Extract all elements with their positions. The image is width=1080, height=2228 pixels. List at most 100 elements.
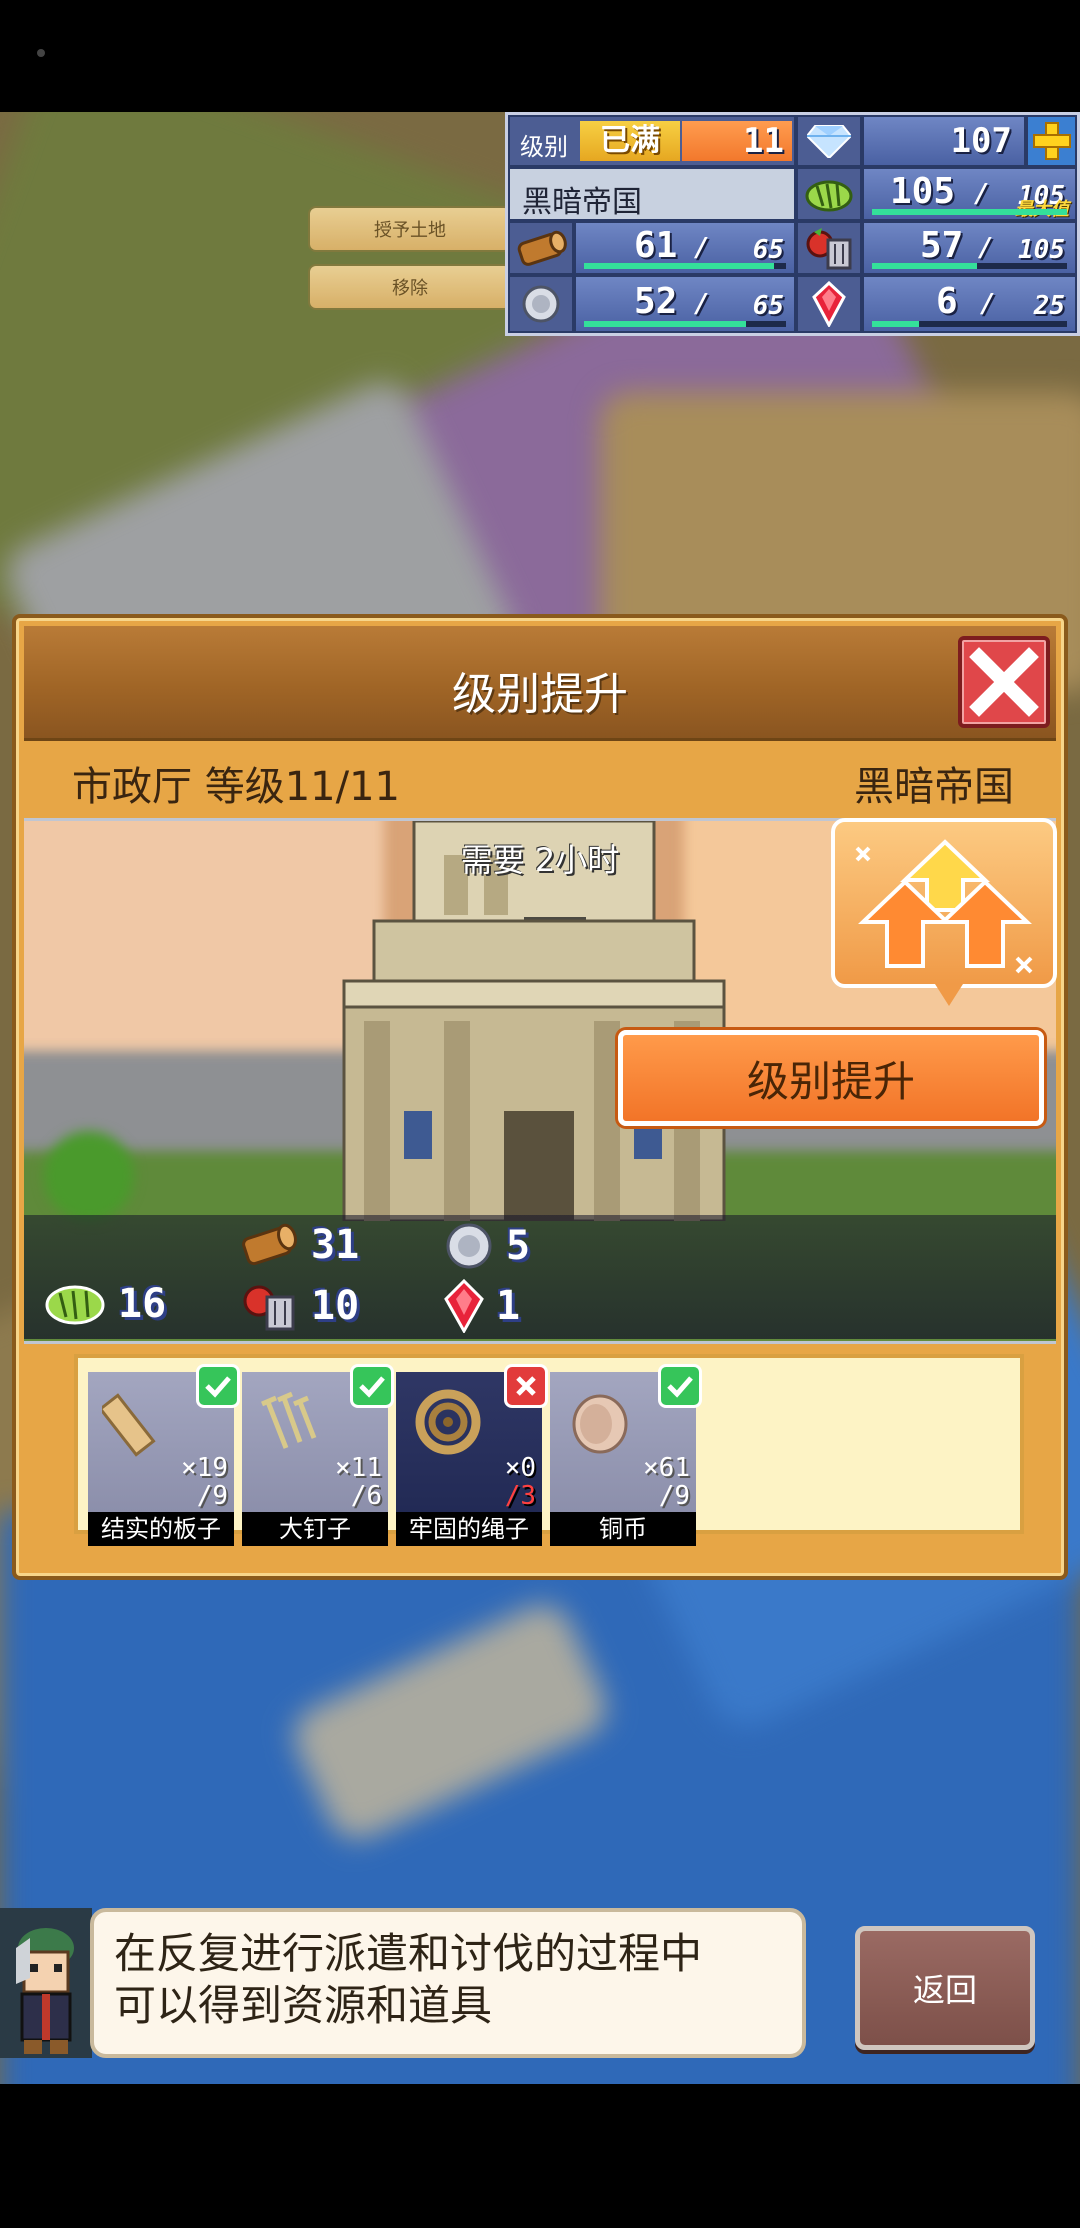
cost-food: 10	[239, 1279, 359, 1333]
add-gems-button[interactable]	[1026, 115, 1077, 167]
material-need: /9	[196, 1481, 228, 1511]
building-info-row: 市政厅 等级11/11 黑暗帝国	[72, 748, 1014, 818]
mana-stat: 6 / 25	[862, 275, 1077, 333]
mana-bar	[872, 321, 1067, 327]
copper-coin-icon	[572, 1394, 628, 1454]
level-label: 级别	[520, 133, 568, 161]
cost-wood-value: 31	[311, 1222, 360, 1268]
ore-icon	[508, 275, 574, 333]
kingdom-label: 黑暗帝国	[854, 764, 1014, 810]
hint-bubble: 在反复进行派遣和讨伐的过程中 可以得到资源和道具	[90, 1908, 806, 2058]
food-icon	[243, 1285, 295, 1331]
ore-slash: /	[694, 289, 710, 319]
material-have: ×0	[504, 1453, 536, 1483]
food-icon	[796, 221, 862, 275]
check-icon	[658, 1364, 702, 1408]
mana-icon	[796, 275, 862, 333]
cost-crops: 16	[44, 1279, 166, 1329]
level-panel: 级别 已满 11	[508, 115, 796, 167]
back-button[interactable]: 返回	[855, 1926, 1035, 2050]
gem-count-panel: 107	[862, 115, 1026, 167]
material-have: ×61	[643, 1453, 690, 1483]
time-required: 需要 2小时	[460, 841, 620, 879]
upgrade-cost-strip: 31 5 16 10 1	[24, 1215, 1056, 1339]
cross-icon	[504, 1364, 548, 1408]
crops-slash: /	[974, 179, 990, 209]
dialog-title: 级别提升	[452, 669, 628, 720]
wood-stat: 61 / 65	[574, 221, 796, 275]
material-item: ×11/6 大钉子	[242, 1364, 394, 1552]
cost-ore-value: 5	[506, 1223, 531, 1269]
ore-current: 52	[634, 281, 678, 322]
mana-max: 25	[1033, 291, 1065, 321]
cost-ore: 5	[444, 1221, 530, 1271]
ore-icon	[446, 1223, 492, 1269]
crops-max-tag: 最大值	[1015, 195, 1069, 221]
material-need: /6	[350, 1481, 382, 1511]
hint-line-1: 在反复进行派遣和讨伐的过程中	[114, 1929, 703, 1978]
crops-bar	[872, 209, 1067, 215]
remove-button[interactable]: 移除	[310, 266, 510, 308]
wood-max: 65	[752, 235, 784, 265]
material-name: 铜币	[550, 1512, 696, 1546]
camera-dot	[37, 49, 45, 57]
level-full-badge: 已满	[580, 121, 680, 161]
material-have: ×11	[335, 1453, 382, 1483]
plank-icon	[102, 1393, 156, 1457]
material-name: 大钉子	[242, 1512, 388, 1546]
dialog-header: 级别提升	[24, 626, 1056, 741]
material-item: ×19/9 结实的板子	[88, 1364, 240, 1552]
cost-crops-value: 16	[118, 1281, 167, 1327]
rope-icon	[415, 1389, 481, 1455]
material-need: /9	[658, 1481, 690, 1511]
mana-current: 6	[936, 281, 958, 322]
gem-count: 107	[950, 121, 1012, 161]
check-icon	[196, 1364, 240, 1408]
resource-hud: 级别 已满 11 107 黑暗帝国 105 / 105 最大值 61 / 65 …	[505, 112, 1080, 336]
upgrade-button[interactable]: 级别提升	[618, 1030, 1044, 1126]
wood-slash: /	[694, 233, 710, 263]
required-materials-panel: ×19/9 结实的板子 ×11/6 大钉子 ×0/3 牢固的绳子 ×61 /9 …	[74, 1354, 1024, 1546]
ore-bar	[584, 321, 786, 327]
wood-bar	[584, 263, 786, 269]
advisor-avatar	[0, 1908, 92, 2058]
food-current: 57	[920, 225, 964, 266]
plus-icon	[1032, 122, 1071, 160]
food-slash: /	[978, 233, 994, 263]
crops-current: 105	[890, 171, 956, 212]
cost-wood: 31	[239, 1221, 359, 1269]
material-item: ×61/9 铜币	[550, 1364, 702, 1552]
wood-current: 61	[634, 225, 678, 266]
level-value: 11	[682, 121, 792, 161]
grant-land-button[interactable]: 授予土地	[310, 208, 510, 250]
ore-max: 65	[752, 291, 784, 321]
cost-mana-value: 1	[496, 1283, 521, 1329]
close-button[interactable]	[958, 636, 1050, 728]
mana-icon	[444, 1279, 484, 1333]
material-name: 结实的板子	[88, 1512, 234, 1546]
material-item: ×0/3 牢固的绳子	[396, 1364, 548, 1552]
mana-slash: /	[980, 289, 996, 319]
nails-icon	[261, 1391, 317, 1449]
material-need: /3	[504, 1481, 536, 1511]
crops-icon	[45, 1285, 105, 1325]
cost-mana: 1	[444, 1279, 520, 1333]
kingdom-name: 黑暗帝国	[522, 185, 642, 220]
wood-icon	[242, 1223, 297, 1266]
material-have: ×19	[181, 1453, 228, 1483]
food-bar	[872, 263, 1067, 269]
close-icon	[969, 647, 1039, 717]
crops-icon	[796, 167, 862, 221]
level-up-dialog: 级别提升 市政厅 等级11/11 黑暗帝国 需要 2小时 31 5 16 10 …	[12, 614, 1068, 1580]
cost-food-value: 10	[311, 1283, 360, 1329]
food-max: 105	[1018, 235, 1065, 265]
diamond-icon	[796, 115, 862, 167]
food-stat: 57 / 105	[862, 221, 1077, 275]
crops-stat: 105 / 105 最大值	[862, 167, 1077, 221]
town-hall-sprite	[342, 821, 726, 1221]
ore-stat: 52 / 65	[574, 275, 796, 333]
check-icon	[350, 1364, 394, 1408]
material-name: 牢固的绳子	[396, 1512, 542, 1546]
hint-line-2: 可以得到资源和道具	[114, 1981, 493, 2030]
building-level: 市政厅 等级11/11	[72, 764, 400, 810]
